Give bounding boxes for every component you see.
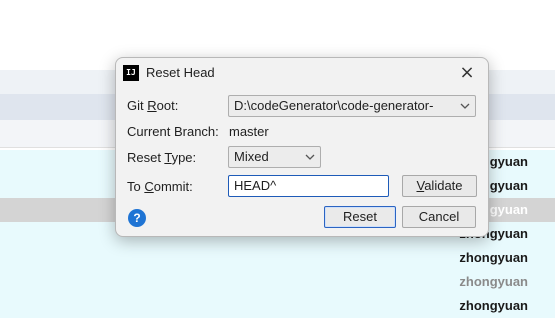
help-icon[interactable]: ? bbox=[128, 209, 146, 227]
validate-button[interactable]: Validate bbox=[402, 175, 477, 197]
git-root-value: D:\codeGenerator\code-generator- bbox=[234, 98, 434, 113]
author-cell: zhongyuan bbox=[459, 274, 528, 289]
log-row[interactable]: zhongyuan bbox=[0, 246, 555, 270]
git-root-label: Git Root: bbox=[127, 98, 179, 113]
to-commit-value: HEAD^ bbox=[234, 178, 277, 193]
chevron-down-icon bbox=[460, 103, 470, 109]
cancel-button[interactable]: Cancel bbox=[402, 206, 476, 228]
close-icon[interactable]: × bbox=[456, 62, 478, 84]
to-commit-input[interactable]: HEAD^ bbox=[228, 175, 389, 197]
current-branch-label: Current Branch: bbox=[127, 124, 219, 139]
reset-type-select[interactable]: Mixed bbox=[228, 146, 321, 168]
log-row[interactable]: zhongyuan bbox=[0, 270, 555, 294]
author-cell: zhongyuan bbox=[459, 250, 528, 265]
git-root-select[interactable]: D:\codeGenerator\code-generator- bbox=[228, 95, 476, 117]
dialog-title: Reset Head bbox=[146, 65, 215, 80]
author-cell: zhongyuan bbox=[459, 298, 528, 313]
to-commit-label: To Commit: bbox=[127, 179, 193, 194]
log-row[interactable]: zhongyuan bbox=[0, 294, 555, 318]
reset-type-value: Mixed bbox=[234, 149, 269, 164]
reset-head-dialog: IJ Reset Head × Git Root: D:\codeGenerat… bbox=[115, 57, 489, 237]
reset-type-label: Reset Type: bbox=[127, 150, 197, 165]
intellij-icon: IJ bbox=[123, 65, 139, 81]
chevron-down-icon bbox=[305, 154, 315, 160]
dialog-titlebar[interactable]: IJ Reset Head × bbox=[116, 58, 488, 88]
reset-button[interactable]: Reset bbox=[324, 206, 396, 228]
current-branch-value: master bbox=[229, 124, 269, 139]
